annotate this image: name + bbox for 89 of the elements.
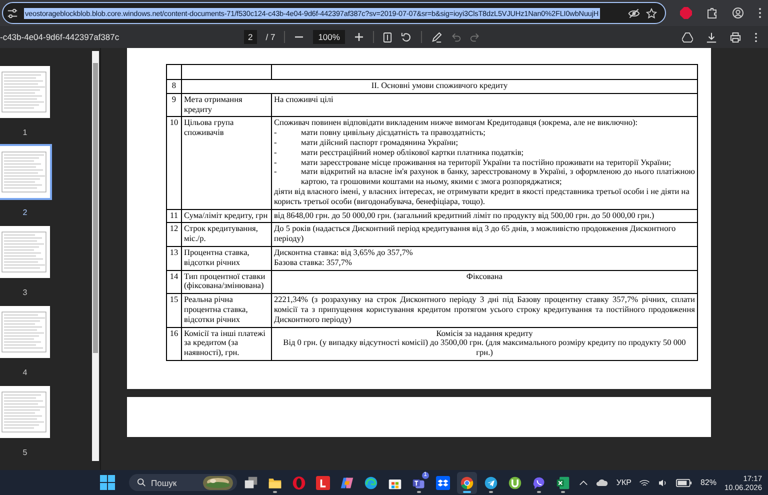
table-cell: Комісії та інші платежі за кредитом (за наявності), грн. (182, 327, 272, 360)
table-cell: 16 (166, 327, 182, 360)
copilot-logo (340, 476, 354, 490)
puzzle-icon[interactable] (706, 7, 718, 19)
table-cell: Тип процентної ставки (фіксована/змінювана) (182, 270, 272, 294)
table-cell: Сума/ліміт кредиту, грн (182, 209, 272, 223)
language-indicator[interactable]: УКР (616, 478, 632, 487)
cell-text: Фіксована (465, 272, 504, 282)
table-cell: Цільова група споживачів (182, 116, 272, 210)
battery-percent: 82% (700, 478, 716, 487)
page-number: 3 (22, 288, 28, 297)
page-thumbnail[interactable] (0, 304, 52, 360)
table-cell: 10 (166, 116, 182, 210)
cell-text: від 8648,00 грн. до 50 000,00 грн. (загальний кредитний ліміт по продукту від 500,00 грн. до 50 000,00 грн.) (274, 210, 656, 220)
speaker-icon[interactable] (658, 478, 668, 486)
list-item: - мати повну цивільну дієздатність та правоздатність; (274, 128, 486, 138)
cloud-icon[interactable] (596, 478, 608, 486)
cell-text: До 5 років (надається Дисконтний період кредитування від 3 до 65 днів, з можливістю продовження Дисконтного періоду) (274, 224, 677, 244)
wifi-icon[interactable] (639, 478, 650, 486)
table-cell: Мета отримання кредиту (182, 93, 272, 117)
cell-text: На споживчі цілі (274, 94, 334, 105)
page-number: 4 (22, 368, 28, 377)
zoom-in-icon[interactable] (354, 32, 364, 42)
folder-icon (268, 476, 282, 490)
print-icon[interactable] (730, 32, 741, 42)
pen-icon[interactable] (430, 32, 442, 42)
cell-text: Базова ставка: 357,7% (274, 258, 353, 268)
utorrent-logo (508, 476, 522, 490)
taskbar-app[interactable] (457, 472, 477, 494)
opera-logo (292, 476, 306, 490)
page-thumbnail[interactable] (0, 224, 52, 280)
table-cell: Процентна ставка, відсотки річних (182, 246, 272, 270)
cell-text: діяти від власного імені, у власних інтересах, не отримувати кредит в якості представника третьої особи і не діяти на користь третьої особи (вигодонабувача, бенефіціара, тощо). (274, 186, 690, 207)
fit-page-icon[interactable] (382, 32, 392, 42)
page-thumbnail[interactable] (0, 64, 52, 120)
table-cell: Реальна річна процентна ставка, відсотки річних (182, 294, 272, 328)
dropbox-logo (436, 476, 450, 490)
table-cell: 12 (166, 222, 182, 246)
page-thumbnail[interactable] (0, 384, 52, 440)
undo-icon[interactable] (450, 32, 461, 42)
eye-slash-icon[interactable] (628, 8, 640, 18)
scrollbar[interactable] (92, 51, 99, 461)
table-cell: 8 (166, 80, 182, 94)
star-icon[interactable] (646, 8, 657, 18)
profile-icon[interactable] (732, 7, 744, 19)
page-thumbnail[interactable] (0, 144, 52, 200)
cell-text: Від 0 грн. (у випадку відсутності комісії) до 3500,00 грн. (для максимального розміру кредиту по продукту 50 000 грн.) (282, 338, 687, 358)
stop-sign-icon[interactable] (680, 7, 692, 19)
search-field[interactable]: Пошук (129, 474, 237, 491)
table-cell: 11 (166, 209, 182, 223)
more-icon[interactable] (754, 32, 758, 42)
page-number: 5 (22, 448, 28, 457)
edge-logo (364, 476, 378, 490)
viber-logo (532, 476, 546, 490)
section-heading: II. Основні умови споживчого кредиту (182, 80, 698, 94)
download-icon[interactable] (706, 32, 717, 42)
menu-icon[interactable] (758, 7, 762, 19)
excel-logo (556, 476, 570, 490)
page-number: 2 (22, 208, 28, 217)
cell-text: Споживач повинен відповідати викладеним нижче вимогам Кредитодавця (зокрема, але не виключно): (274, 118, 639, 128)
chevron-up-icon[interactable] (579, 480, 588, 486)
rotate-icon[interactable] (400, 32, 412, 42)
page-number: 1 (22, 128, 28, 137)
table-cell: 14 (166, 270, 182, 294)
cell-text: Комісія за надання кредиту (435, 328, 534, 338)
redo-icon[interactable] (470, 32, 480, 42)
chrome-logo (460, 476, 474, 490)
table-cell: 15 (166, 294, 182, 328)
windows-start-icon[interactable] (100, 475, 115, 490)
drive-icon[interactable] (682, 32, 693, 42)
task-view-icon (244, 476, 258, 490)
page-number-field[interactable]: 2 (244, 30, 257, 44)
letter-l-logo (316, 476, 330, 490)
cell-text: 2221,34% (з розрахунку на строк Дисконтного періоду 3 дні під Базову процентну ставку 357,7% річних, сплати комісії та з припущення користування кредитом протягом усього строку кредитування та постійного продовження Дисконтного періоду) (274, 295, 695, 325)
table-cell: 9 (166, 93, 182, 117)
table-cell: 13 (166, 246, 182, 270)
search-icon (137, 478, 146, 487)
battery-icon (676, 478, 692, 486)
zoom-field[interactable]: 100% (313, 30, 345, 44)
list-item: - мати дійсний паспорт громадянина України; (274, 138, 460, 148)
list-item: - мати реєстраційний номер облікової картки платника податків; (274, 148, 525, 158)
table-cell: Строк кредитування, міс./р. (182, 222, 272, 246)
telegram-logo (484, 476, 498, 490)
cell-text: Дисконтна ставка: від 3,65% до 357,7% (274, 248, 414, 258)
file-name: -c43b-4e04-9d6f-442397af387c (0, 32, 120, 42)
page-total: / 7 (266, 32, 276, 42)
list-item: - мати відкритий на власне ім'я рахунок в банку, зареєстрованому в Україні, з оформленою до нього платіжною картою, та грошовими коштами на ньому, якими є змога розпоряджатися; (274, 167, 695, 187)
site-info-icon[interactable] (7, 8, 18, 18)
list-item: - мати зареєстроване місце проживання на території України та постійно проживати на території України; (274, 158, 672, 168)
